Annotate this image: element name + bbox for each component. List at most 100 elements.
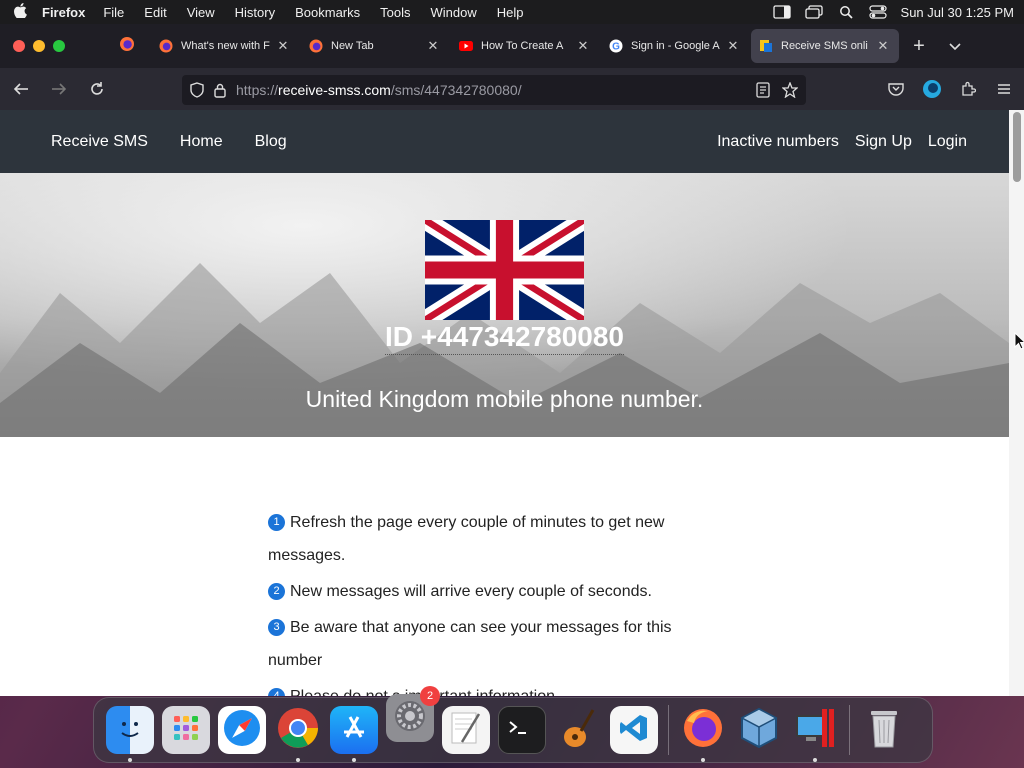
finder-icon [115,713,145,748]
nav-home-link[interactable]: Home [180,133,223,151]
dock-parallels[interactable] [791,706,839,762]
uk-flag-image [425,220,584,320]
vscode-icon [618,712,650,749]
dock-textedit[interactable] [442,706,490,754]
nav-login-link[interactable]: Login [928,133,967,151]
window-controls [13,40,65,52]
macos-menu-bar: Firefox File Edit View History Bookmarks… [0,0,1024,24]
url-bar[interactable]: https://receive-smss.com/sms/44734278008… [182,75,806,105]
tab-title: Sign in - Google A [631,40,720,52]
running-indicator [128,758,132,762]
pocket-icon[interactable] [884,74,908,104]
tracking-protection-shield-icon[interactable] [190,82,204,98]
menu-tools[interactable]: Tools [380,5,410,20]
instructions-list: 1 Refresh the page every couple of minute… [268,506,688,696]
sidebar-toggle-icon[interactable] [772,5,791,19]
close-icon[interactable]: ✕ [275,38,291,54]
menubar-clock[interactable]: Sun Jul 30 1:25 PM [901,5,1014,20]
menu-app-name[interactable]: Firefox [42,5,85,20]
close-icon[interactable]: ✕ [875,38,891,54]
tab-google-signin[interactable]: G Sign in - Google A ✕ [601,29,749,63]
firefox-icon [682,707,724,754]
terminal-prompt-icon [507,716,537,745]
list-item: 1 Refresh the page every couple of minute… [268,506,688,572]
step-number-badge: 1 [268,514,285,531]
page-scrollbar[interactable] [1009,110,1024,696]
reader-view-icon[interactable] [756,82,770,98]
menu-edit[interactable]: Edit [144,5,166,20]
dock-launchpad[interactable] [162,706,210,754]
url-host: receive-smss.com [278,82,391,98]
pinned-tab-firefox[interactable] [109,36,145,57]
maximize-window-button[interactable] [53,40,65,52]
tab-youtube[interactable]: How To Create A ✕ [451,29,599,63]
close-icon[interactable]: ✕ [425,38,441,54]
dock-safari[interactable] [218,706,266,754]
phone-number-title: ID +447342780080 [0,321,1009,355]
close-icon[interactable]: ✕ [575,38,591,54]
control-center-icon[interactable] [868,5,887,19]
menu-window[interactable]: Window [431,5,477,20]
lock-icon[interactable] [214,83,226,98]
phone-number-id[interactable]: ID +447342780080 [385,321,624,355]
menu-file[interactable]: File [103,5,124,20]
dock-app-store[interactable] [330,706,378,762]
dock-firefox[interactable] [679,706,727,762]
extensions-puzzle-icon[interactable] [956,74,980,104]
minimize-window-button[interactable] [33,40,45,52]
tab-whats-new[interactable]: What's new with F ✕ [151,29,299,63]
nav-sign-up-link[interactable]: Sign Up [855,133,912,151]
tab-title: Receive SMS onli [781,40,868,52]
dock-virtualbox[interactable] [735,706,783,754]
nav-inactive-numbers-link[interactable]: Inactive numbers [717,133,839,151]
dock-system-settings[interactable]: 2 [386,686,440,742]
close-icon[interactable]: ✕ [725,38,741,54]
receive-sms-icon [759,39,773,53]
account-avatar-icon[interactable] [920,74,944,104]
phone-number-subtitle: United Kingdom mobile phone number. [305,386,704,412]
step-text: New messages will arrive every couple of… [290,583,652,600]
hamburger-menu-icon[interactable] [992,74,1016,104]
tab-receive-sms[interactable]: Receive SMS onli ✕ [751,29,899,63]
menu-bookmarks[interactable]: Bookmarks [295,5,360,20]
apple-menu-icon[interactable] [10,3,30,21]
screen-mirroring-icon[interactable] [804,5,823,19]
app-store-icon [339,713,369,748]
step-number-badge: 4 [268,688,285,696]
tab-title: New Tab [331,40,374,52]
menu-help[interactable]: Help [497,5,524,20]
bookmark-star-icon[interactable] [782,82,798,98]
nav-right-group: Inactive numbers Sign Up Login [717,133,967,151]
spotlight-search-icon[interactable] [837,5,855,19]
menu-view[interactable]: View [187,5,215,20]
tab-new-tab[interactable]: New Tab ✕ [301,29,449,63]
running-indicator [352,758,356,762]
hero-banner: ID +447342780080 United Kingdom mobile p… [0,173,1009,437]
close-window-button[interactable] [13,40,25,52]
nav-blog-link[interactable]: Blog [255,133,287,151]
dock-chrome[interactable] [274,706,322,762]
reload-icon[interactable] [80,74,114,104]
dock-garageband[interactable] [554,706,602,754]
forward-arrow-icon[interactable] [42,74,76,104]
step-number-badge: 3 [268,619,285,636]
browser-toolbar: https://receive-smss.com/sms/44734278008… [0,68,1024,110]
site-brand-link[interactable]: Receive SMS [51,133,148,151]
scrollbar-thumb[interactable] [1013,112,1021,182]
menu-history[interactable]: History [235,5,275,20]
tab-list-chevron-down-icon[interactable] [937,35,973,58]
dock-separator [668,705,669,755]
page-viewport: Receive SMS Home Blog Inactive numbers S… [0,110,1024,696]
dock-vscode[interactable] [610,706,658,754]
macos-dock: 2 [93,686,933,763]
chrome-icon [277,707,319,754]
tab-title: What's new with F [181,40,270,52]
firefox-icon [119,36,135,57]
dock-terminal[interactable] [498,706,546,754]
back-arrow-icon[interactable] [4,74,38,104]
new-tab-plus-icon[interactable]: + [901,35,937,58]
browser-tab-bar: What's new with F ✕ New Tab ✕ How To Cre… [0,24,1024,68]
dock-finder[interactable] [106,706,154,762]
dock-trash[interactable] [860,706,908,754]
guitar-icon [559,707,597,754]
